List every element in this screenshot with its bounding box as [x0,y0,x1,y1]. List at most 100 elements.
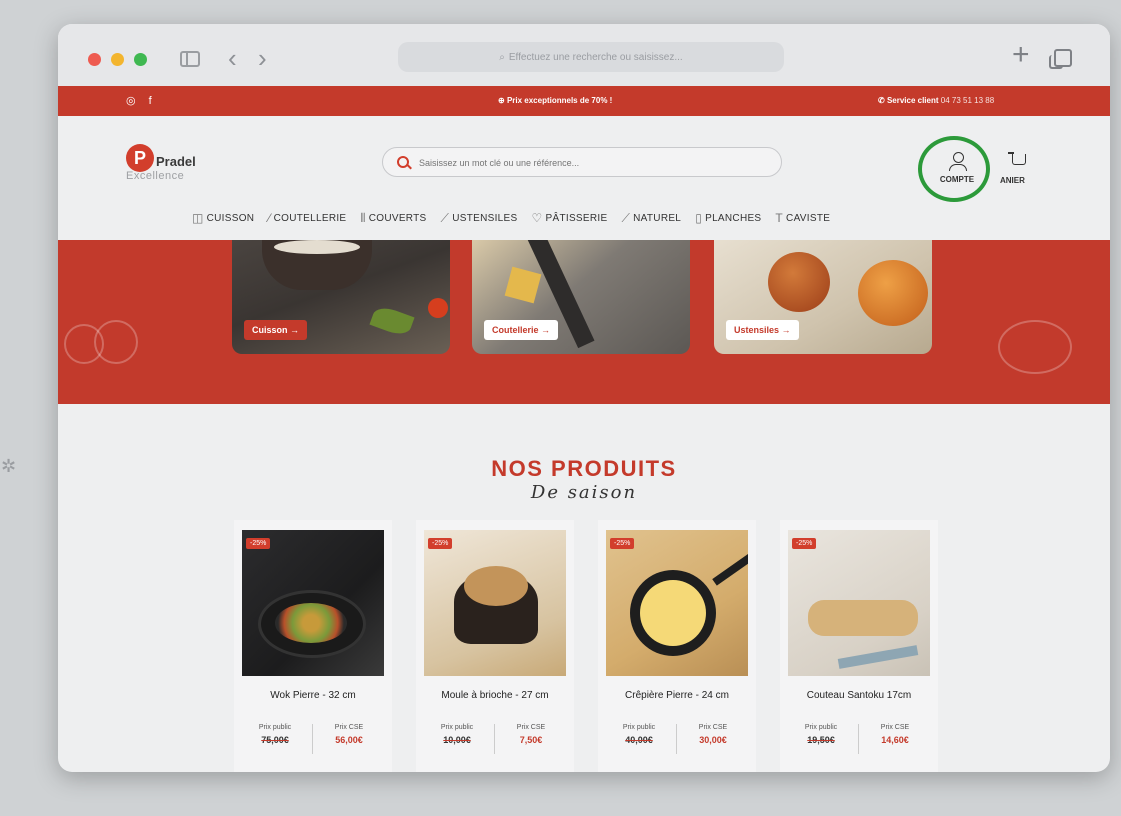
product-prices: Prix public 40,00€ Prix CSE 30,00€ [598,724,756,758]
cart-label: ANIER [1000,176,1025,185]
nav-item-couverts[interactable]: ⫴ COUVERTS [360,211,426,226]
category-nav: ◫ CUISSON ⁄ COUTELLERIE ⫴ COUVERTS ⟋ USTENSI… [192,208,992,228]
site-search[interactable] [382,147,782,177]
tag-icon: ⊕ [498,96,507,105]
category-card-coutellerie[interactable]: Coutellerie → [472,240,690,354]
zoom-window-button[interactable] [134,53,147,66]
cart-button[interactable]: ANIER [1000,142,1050,202]
cart-icon [1008,152,1026,165]
product-name[interactable]: Moule à brioche - 27 cm [416,690,574,701]
product-card[interactable]: -25% Couteau Santoku 17cm Prix public 19,… [780,520,938,772]
site-logo[interactable]: P Pradel Excellence [126,144,236,184]
logo-mark-icon: P [126,144,154,172]
price-divider [676,724,677,754]
product-card[interactable]: -25% Moule à brioche - 27 cm Prix public… [416,520,574,772]
cutlery-icon: ⫴ [360,210,366,225]
product-name[interactable]: Crêpière Pierre - 24 cm [598,690,756,701]
cuisson-button[interactable]: Cuisson → [244,320,308,340]
cse-price: Prix CSE 14,60€ [880,724,910,745]
product-card[interactable]: -25% Wok Pierre - 32 cm Prix public 75,00… [234,520,392,772]
knife-icon: ⁄ [268,211,271,225]
discount-badge: -25% [610,538,635,549]
nav-item-ustensiles[interactable]: ⟋ USTENSILES [441,211,518,226]
public-price: Prix public 19,50€ [804,724,838,745]
product-name[interactable]: Couteau Santoku 17cm [780,690,938,701]
cse-price: Prix CSE 7,50€ [516,724,546,745]
product-image[interactable]: -25% [424,530,566,676]
decorative-doodle [94,320,138,364]
section-subtitle: De saison [530,482,638,503]
product-image[interactable]: -25% [788,530,930,676]
price-divider [312,724,313,754]
address-bar-placeholder: Effectuez une recherche ou saisissez... [508,51,683,63]
coutellerie-button[interactable]: Coutellerie → [484,320,559,340]
cake-icon: ♡ [531,211,543,225]
santoku-knife-image [837,645,919,669]
public-price: Prix public 75,00€ [258,724,292,745]
wok-image [258,590,366,658]
highlight-circle [918,136,990,202]
ustensiles-button[interactable]: Ustensiles → [726,320,799,340]
logo-subtitle: Excellence [126,170,185,182]
brioche-mold-image [454,566,538,644]
tab-overview-icon[interactable] [1049,49,1072,69]
nav-item-cuisson[interactable]: ◫ CUISSON [192,211,254,225]
category-card-cuisson[interactable]: Cuisson → [232,240,450,354]
back-arrow-icon[interactable]: ‹ [228,44,237,72]
board-icon: ▯ [695,211,703,225]
customer-service[interactable]: ✆ Service client 04 73 51 13 88 [878,96,994,105]
close-window-button[interactable] [88,53,101,66]
browser-window: ‹ › ⌕ Effectuez une recherche ou saisiss… [58,24,1110,772]
site-header: P Pradel Excellence COMPTE ANIER ◫CUISSO… [58,116,1110,240]
nav-item-caviste[interactable]: T CAVISTE [775,211,830,225]
category-hero: Cuisson → Coutellerie → Ustensiles → [58,240,1110,404]
corkscrew-icon: T [775,211,784,225]
discount-badge: -25% [246,538,271,549]
crepe-pan-image [630,570,716,656]
search-icon: ⌕ [499,51,505,63]
phone-icon: ✆ [878,96,887,105]
product-image[interactable]: -25% [606,530,748,676]
product-list: -25% Wok Pierre - 32 cm Prix public 75,00… [234,520,974,772]
promo-message: ⊕ Prix exceptionnels de 70% ! [498,96,613,105]
sidebar-toggle-icon[interactable] [180,51,200,67]
cse-price: Prix CSE 56,00€ [334,724,364,745]
category-card-ustensiles[interactable]: Ustensiles → [714,240,932,354]
product-prices: Prix public 10,00€ Prix CSE 7,50€ [416,724,574,758]
new-tab-button[interactable]: + [1012,40,1030,70]
promo-bar: ◎ f ⊕ Prix exceptionnels de 70% ! ✆ Serv… [58,86,1110,116]
cheese-image [504,266,542,304]
price-divider [858,724,859,754]
forward-arrow-icon[interactable]: › [258,44,267,72]
logo-name: Pradel [156,154,196,169]
leaf-icon: ⟋ [621,210,631,225]
apple-image [858,260,928,326]
background-mark: ✲ [1,456,17,476]
cse-price: Prix CSE 30,00€ [698,724,728,745]
product-prices: Prix public 19,50€ Prix CSE 14,60€ [780,724,938,758]
pan-handle-image [712,550,748,586]
product-image[interactable]: -25% [242,530,384,676]
minimize-window-button[interactable] [111,53,124,66]
search-input[interactable] [417,152,761,174]
decorative-doodle [998,320,1072,374]
apple-image [768,252,830,312]
nav-item-planches[interactable]: ▯ PLANCHES [695,211,761,225]
address-bar[interactable]: ⌕ Effectuez une recherche ou saisissez..… [398,42,784,72]
pot-image [262,240,372,290]
nav-item-patisserie[interactable]: ♡ PÂTISSERIE [531,211,607,225]
nav-item-naturel[interactable]: ⟋ NATUREL [621,211,681,226]
social-links[interactable]: ◎ f [126,94,157,107]
discount-badge: -25% [792,538,817,549]
search-icon [397,156,409,168]
product-name[interactable]: Wok Pierre - 32 cm [234,690,392,701]
discount-badge: -25% [428,538,453,549]
vegetable-image [369,303,415,339]
utensil-icon: ⟋ [440,210,450,225]
pot-icon: ◫ [192,211,204,225]
price-divider [494,724,495,754]
cutting-board-image [808,600,918,636]
browser-toolbar: ‹ › ⌕ Effectuez une recherche ou saisiss… [58,24,1110,88]
product-card[interactable]: -25% Crêpière Pierre - 24 cm Prix public… [598,520,756,772]
nav-item-coutellerie[interactable]: ⁄ COUTELLERIE [268,211,346,225]
